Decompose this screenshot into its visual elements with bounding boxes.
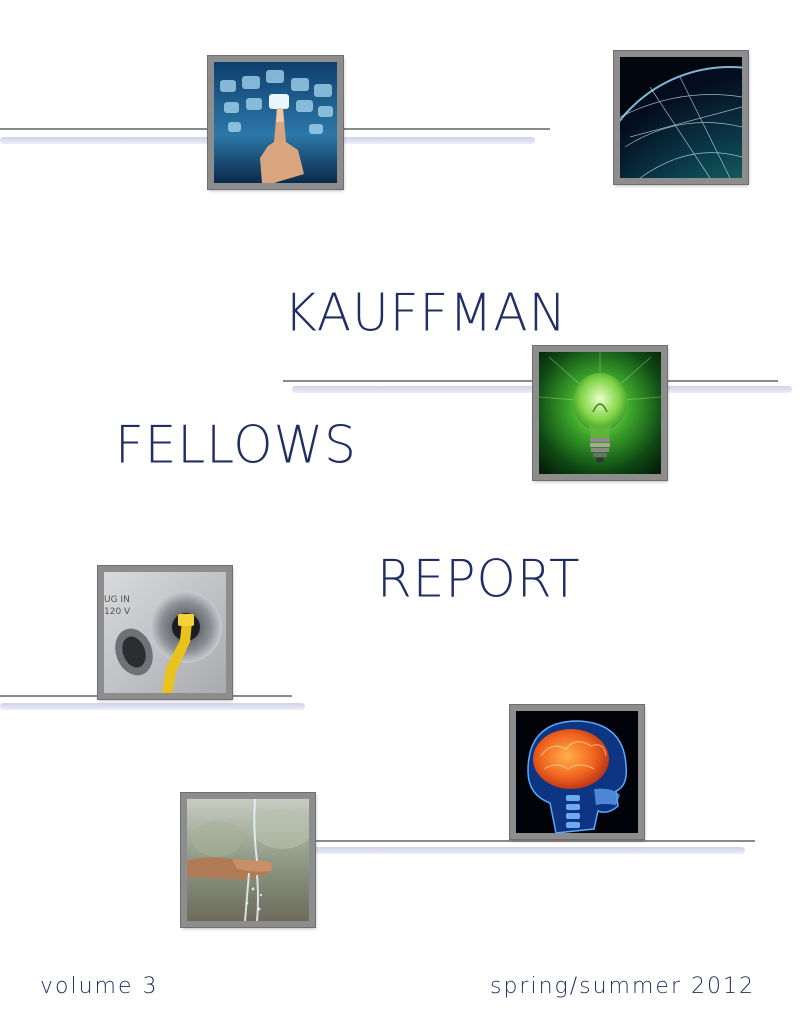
touchscreen-hand-image <box>214 62 337 183</box>
svg-text:UG IN: UG IN <box>104 595 130 605</box>
lightbulb-image <box>539 352 661 474</box>
plug-in-port-photo: UG IN 120 V <box>98 566 232 699</box>
lightbulb-photo <box>533 346 667 480</box>
brain-xray-image <box>516 711 638 833</box>
touchscreen-hand-photo <box>208 56 343 189</box>
rule-line-middle <box>283 380 778 382</box>
globe-image <box>620 57 742 178</box>
issue-date-label: spring/summer 2012 <box>490 974 755 999</box>
brain-xray-photo <box>510 705 644 839</box>
rule-shadow-lower-left <box>0 703 305 710</box>
water-hand-photo <box>181 793 315 927</box>
plug-in-port-image: UG IN 120 V <box>104 572 226 693</box>
svg-text:120 V: 120 V <box>104 607 131 617</box>
title-report: REPORT <box>377 548 581 610</box>
title-fellows: FELLOWS <box>115 414 357 476</box>
globe-photo <box>614 51 748 184</box>
volume-label: volume 3 <box>40 974 159 999</box>
water-hand-image <box>187 799 309 921</box>
title-kauffman: KAUFFMAN <box>284 282 567 344</box>
